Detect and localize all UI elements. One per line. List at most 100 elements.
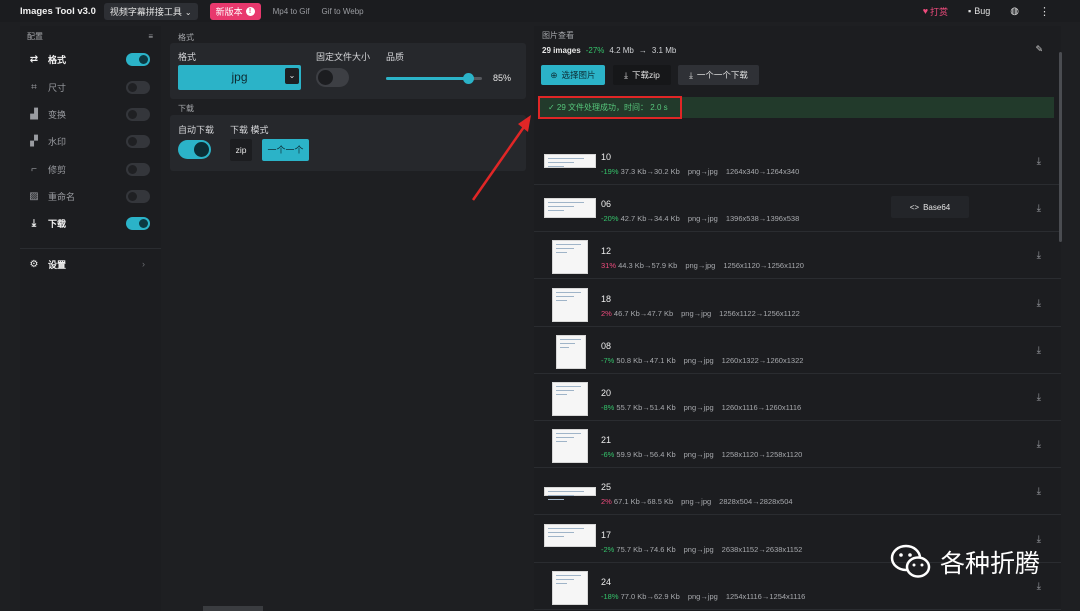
image-thumbnail[interactable] [544, 198, 596, 218]
dimensions: 1260x1116→1260x1116 [721, 403, 802, 412]
tool-select-label: 视频字幕拼接工具 [109, 6, 182, 17]
mode-one-option[interactable]: 一个一个 [262, 139, 309, 161]
download-icon: ⤓ [624, 69, 628, 80]
size-from: 4.2 Mb [609, 46, 634, 55]
crop-icon: ⌗ [31, 81, 37, 93]
download-icon[interactable]: ⤓ [1037, 156, 1041, 167]
bug-label: Bug [974, 6, 991, 16]
download-toggle[interactable] [126, 216, 150, 230]
sidebar-item-format[interactable]: ⇄ 格式 [20, 49, 161, 69]
image-thumbnail[interactable] [544, 487, 596, 500]
download-icon[interactable]: ⤓ [1037, 439, 1041, 450]
sidebar-item-download[interactable]: ⤓ 下载 [20, 213, 161, 233]
format-section-title: 格式 [178, 33, 194, 42]
list-item[interactable]: 12 31% 44.3 Kb→57.9 Kb png→jpg 1256x1120→12… [534, 232, 1061, 279]
sidebar-item-watermark[interactable]: ▞ 水印 [20, 131, 161, 151]
image-thumbnail[interactable] [552, 288, 588, 322]
quality-slider[interactable] [386, 73, 482, 84]
scrollbar[interactable] [1059, 52, 1062, 242]
download-icon[interactable]: ⤓ [1037, 250, 1041, 261]
highlight-box [538, 96, 682, 119]
auto-download-toggle[interactable] [178, 140, 211, 159]
dimensions: 1264x340→1264x340 [725, 167, 800, 176]
menu-icon[interactable]: ≡ [148, 32, 153, 41]
file-sizes: 44.3 Kb→57.9 Kb [616, 261, 678, 270]
compression-percent: 2% [601, 309, 612, 318]
quality-slider-fill [386, 77, 468, 80]
download-icon[interactable]: ⤓ [1037, 345, 1041, 356]
new-version-button[interactable]: 新版本! [209, 2, 261, 20]
download-icon[interactable]: ⤓ [1037, 486, 1041, 497]
compression-percent: -6% [601, 450, 615, 459]
image-name: 24 [601, 577, 612, 587]
format-value: jpg [231, 70, 248, 84]
format-panel: 格式 jpg ⌄ 固定文件大小 品质 85% [170, 43, 526, 99]
file-sizes: 42.7 Kb→34.4 Kb [618, 214, 680, 223]
rename-toggle[interactable] [126, 189, 150, 203]
download-zip-button[interactable]: ⤓ 下载zip [613, 65, 671, 85]
list-item[interactable]: 08 -7% 50.8 Kb→47.1 Kb png→jpg 1260x1322→12… [534, 327, 1061, 374]
sidebar-item-label: 重命名 [48, 191, 76, 202]
list-item[interactable]: 18 2% 46.7 Kb→47.7 Kb png→jpg 1256x1122→125… [534, 280, 1061, 327]
clear-brush-icon[interactable]: ✎ [1035, 44, 1043, 55]
file-sizes: 46.7 Kb→47.7 Kb [611, 309, 674, 318]
sidebar-item-transform[interactable]: ▟ 变换 [20, 104, 161, 124]
image-thumbnail[interactable] [552, 240, 588, 274]
image-name: 17 [601, 530, 612, 540]
quality-slider-thumb[interactable] [462, 73, 474, 84]
image-thumbnail[interactable] [556, 335, 586, 369]
image-thumbnail[interactable] [552, 571, 588, 605]
dimensions: 1260x1322→1260x1322 [721, 356, 804, 365]
donate-button[interactable]: ♥ 打赏 [923, 5, 948, 18]
format-conversion: png→jpg [683, 545, 714, 554]
base64-button[interactable]: <> Base64 [891, 196, 969, 218]
list-item[interactable]: 06 -20% 42.7 Kb→34.4 Kb png→jpg 1396x538→13… [534, 185, 1061, 232]
format-conversion: png→jpg [685, 261, 716, 270]
tool-select[interactable]: 视频字幕拼接工具 ⌄ [103, 2, 198, 20]
trim-toggle[interactable] [126, 162, 150, 176]
image-thumbnail[interactable] [544, 154, 596, 168]
dimensions: 1256x1120→1256x1120 [723, 261, 804, 270]
sidebar-item-settings[interactable]: ⚙ 设置 › [20, 254, 161, 274]
select-images-button[interactable]: ⊕ 选择图片 [541, 65, 605, 85]
mp4-to-gif-link[interactable]: Mp4 to Gif [273, 7, 310, 16]
download-one-by-one-button[interactable]: ⤓ 一个一个下载 [678, 65, 759, 85]
auto-download-label: 自动下载 [178, 125, 215, 135]
format-toggle[interactable] [126, 52, 150, 66]
list-item[interactable]: 21 -6% 59.9 Kb→56.4 Kb png→jpg 1258x1120→12… [534, 421, 1061, 468]
sidebar-item-size[interactable]: ⌗ 尺寸 [20, 77, 161, 97]
sidebar-item-rename[interactable]: ▨ 重命名 [20, 186, 161, 206]
list-item[interactable]: 10 -19% 37.3 Kb→30.2 Kb png→jpg 1264x340→12… [534, 138, 1061, 185]
download-icon[interactable]: ⤓ [1037, 203, 1041, 214]
mode-zip-option[interactable]: zip [230, 139, 252, 161]
image-thumbnail[interactable] [552, 382, 588, 416]
more-vertical-icon[interactable]: ⋮ [1039, 5, 1050, 18]
file-sizes: 59.9 Kb→56.4 Kb [614, 450, 676, 459]
image-meta: 31% 44.3 Kb→57.9 Kb png→jpg 1256x1120→1256… [601, 261, 804, 270]
gif-to-webp-link[interactable]: Gif to Webp [322, 7, 364, 16]
sidebar-item-trim[interactable]: ⌐ 修剪 [20, 159, 161, 179]
transform-toggle[interactable] [126, 107, 150, 121]
image-meta: 2% 67.1 Kb→68.5 Kb png→jpg 2828x504→2828x5… [601, 497, 793, 506]
size-toggle[interactable] [126, 80, 150, 94]
list-item[interactable]: 25 2% 67.1 Kb→68.5 Kb png→jpg 2828x504→2828… [534, 468, 1061, 515]
compression-percent: 31% [601, 261, 617, 270]
image-meta: -18% 77.0 Kb→62.9 Kb png→jpg 1254x1116→125… [601, 592, 805, 601]
swap-icon: ⇄ [29, 53, 39, 65]
file-sizes: 67.1 Kb→68.5 Kb [611, 497, 674, 506]
bug-button[interactable]: ▪ Bug [968, 6, 990, 16]
globe-icon[interactable]: ◍ [1010, 6, 1019, 17]
image-meta: -8% 55.7 Kb→51.4 Kb png→jpg 1260x1116→1260… [601, 403, 801, 412]
watermark: 各种折腾 [890, 541, 1040, 583]
fixed-size-toggle[interactable] [316, 68, 349, 87]
dimensions: 1256x1122→1256x1122 [719, 309, 800, 318]
image-thumbnail[interactable] [544, 524, 596, 547]
format-select[interactable]: jpg ⌄ [178, 65, 301, 90]
watermark-toggle[interactable] [126, 134, 150, 148]
image-thumbnail[interactable] [552, 429, 588, 463]
dimensions: 2638x1152→2638x1152 [721, 545, 803, 554]
download-icon[interactable]: ⤓ [1037, 298, 1041, 309]
download-icon[interactable]: ⤓ [1037, 392, 1041, 403]
list-item[interactable]: 20 -8% 55.7 Kb→51.4 Kb png→jpg 1260x1116→12… [534, 374, 1061, 421]
sidebar-item-label: 设置 [48, 259, 67, 270]
